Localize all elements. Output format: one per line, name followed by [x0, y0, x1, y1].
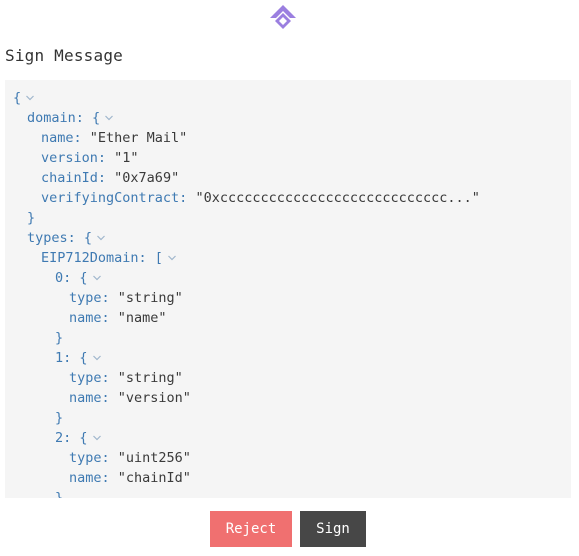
domain-key: domain: { [27, 110, 101, 126]
entry2-close-line: } [55, 488, 63, 498]
domain-version-key: version: [41, 150, 107, 166]
reject-button[interactable]: Reject [210, 511, 292, 547]
entry0-type-value: "string" [117, 290, 183, 306]
entry0-name-value: "name" [117, 310, 167, 326]
entry0-key: 0: { [55, 270, 88, 286]
entry1-key-line: 1: { [55, 348, 102, 368]
entry1-key: 1: { [55, 350, 88, 366]
domain-chainid-line: chainId: "0x7a69" [41, 168, 179, 188]
types-key: types: { [27, 230, 93, 246]
domain-version-line: version: "1" [41, 148, 139, 168]
root-open-brace: { [13, 90, 22, 106]
entry0-name-line: name: "name" [69, 308, 167, 328]
entry2-name-key: name: [69, 470, 110, 486]
domain-verifyingcontract-value: "0xcccccccccccccccccccccccccccc..." [195, 190, 480, 206]
domain-close-line: } [27, 208, 35, 228]
entry1-type-value: "string" [117, 370, 183, 386]
json-root-line: { [13, 88, 35, 108]
chevron-down-icon[interactable] [92, 273, 102, 283]
domain-name-key: name: [41, 130, 82, 146]
entry1-close-line: } [55, 408, 63, 428]
entry0-type-line: type: "string" [69, 288, 183, 308]
sign-button[interactable]: Sign [300, 511, 366, 547]
domain-chainid-key: chainId: [41, 170, 107, 186]
entry1-close-brace: } [55, 410, 64, 426]
chevron-down-icon[interactable] [104, 113, 114, 123]
entry0-type-key: type: [69, 290, 110, 306]
app-logo-icon [270, 5, 296, 29]
entry2-type-line: type: "uint256" [69, 448, 191, 468]
message-viewer[interactable]: { domain: { name: "Ether Mail" version: … [5, 80, 571, 498]
domain-close-brace: } [27, 210, 36, 226]
chevron-down-icon[interactable] [92, 353, 102, 363]
domain-key-line: domain: { [27, 108, 114, 128]
entry0-key-line: 0: { [55, 268, 102, 288]
types-key-line: types: { [27, 228, 106, 248]
domain-verifyingcontract-key: verifyingContract: [41, 190, 188, 206]
entry1-name-line: name: "version" [69, 388, 191, 408]
entry0-name-key: name: [69, 310, 110, 326]
domain-name-line: name: "Ether Mail" [41, 128, 187, 148]
chevron-down-icon[interactable] [96, 233, 106, 243]
entry2-close-brace: } [55, 490, 64, 498]
domain-version-value: "1" [114, 150, 139, 166]
entry2-name-line: name: "chainId" [69, 468, 191, 488]
entry2-name-value: "chainId" [117, 470, 191, 486]
domain-chainid-value: "0x7a69" [114, 170, 180, 186]
entry2-key-line: 2: { [55, 428, 102, 448]
page-title: Sign Message [5, 46, 123, 65]
entry1-type-line: type: "string" [69, 368, 183, 388]
entry1-name-value: "version" [117, 390, 191, 406]
entry1-type-key: type: [69, 370, 110, 386]
domain-name-value: "Ether Mail" [89, 130, 188, 146]
chevron-down-icon[interactable] [25, 93, 35, 103]
eip712domain-key: EIP712Domain: [ [41, 250, 163, 266]
domain-verifyingcontract-line: verifyingContract: "0xcccccccccccccccccc… [41, 188, 480, 208]
chevron-down-icon[interactable] [167, 253, 177, 263]
entry2-type-value: "uint256" [117, 450, 191, 466]
entry0-close-line: } [55, 328, 63, 348]
eip712domain-key-line: EIP712Domain: [ [41, 248, 177, 268]
entry1-name-key: name: [69, 390, 110, 406]
entry2-type-key: type: [69, 450, 110, 466]
chevron-down-icon[interactable] [92, 433, 102, 443]
entry0-close-brace: } [55, 330, 64, 346]
entry2-key: 2: { [55, 430, 88, 446]
